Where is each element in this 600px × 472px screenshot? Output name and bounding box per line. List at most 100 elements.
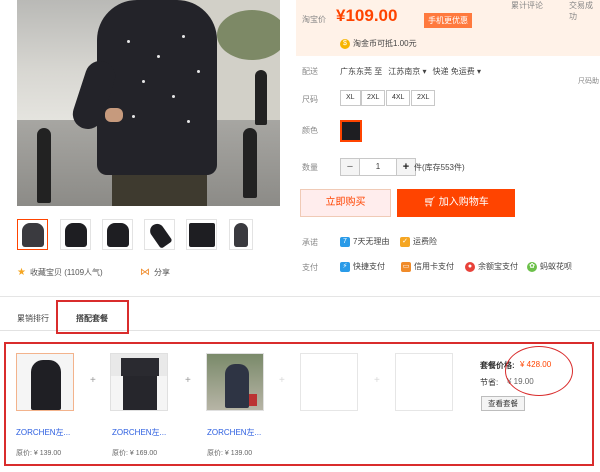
- pay-credit-card[interactable]: ▭ 信用卡支付: [401, 261, 454, 272]
- color-option-black[interactable]: [340, 120, 362, 142]
- buy-now-button[interactable]: 立即购买: [300, 189, 391, 217]
- package-empty-slot: [395, 353, 453, 411]
- add-to-cart-button[interactable]: 🛒︎ 加入购物车: [397, 189, 515, 217]
- tab-highlight-box: [56, 300, 129, 334]
- quantity-input[interactable]: 1: [359, 159, 397, 175]
- thumbnail-2[interactable]: [60, 219, 91, 250]
- quickpay-icon: ⚡: [340, 261, 350, 272]
- share-link[interactable]: ⋈ 分享: [140, 267, 170, 278]
- coin-icon: $: [340, 38, 350, 49]
- share-label: 分享: [154, 268, 170, 277]
- credit-card-icon: ▭: [401, 261, 411, 272]
- photo-tree: [217, 10, 280, 60]
- package-empty-slot: [300, 353, 358, 411]
- quantity-minus-button[interactable]: −: [341, 159, 359, 175]
- size-option-xl[interactable]: XL: [340, 90, 361, 106]
- promise-7day[interactable]: 7 7天无理由: [340, 236, 389, 247]
- pay-credit-label: 信用卡支付: [414, 262, 454, 271]
- sweater-dot: [132, 115, 135, 118]
- package-item-image-3[interactable]: [206, 353, 264, 411]
- huabei-icon: ✿: [527, 261, 537, 272]
- package-item-orig-price-3: 原价: ¥ 139.00: [207, 450, 253, 457]
- ship-to-select[interactable]: 江苏南京 ▾: [388, 66, 426, 77]
- photo-person: [97, 0, 217, 175]
- plus-separator: +: [90, 375, 96, 386]
- sweater-dot: [127, 40, 130, 43]
- favorite-link[interactable]: ★ 收藏宝贝 (1109人气): [17, 267, 103, 278]
- package-item-orig-price-1: 原价: ¥ 139.00: [16, 450, 62, 457]
- size-label: 尺码: [302, 95, 318, 104]
- thumbnail-image: [64, 222, 87, 247]
- plus-separator: +: [374, 375, 380, 386]
- ship-method-select[interactable]: 快递 免运费 ▾: [432, 66, 480, 77]
- pay-quick-label: 快捷支付: [353, 262, 385, 271]
- package-item-name-2[interactable]: ZORCHEN左...: [112, 427, 166, 438]
- size-option-2xl-b[interactable]: 2XL: [411, 90, 436, 106]
- promise-7day-label: 7天无理由: [353, 237, 390, 246]
- product-main-image[interactable]: [17, 0, 280, 206]
- yuebao-icon: ●: [465, 261, 475, 272]
- insurance-icon: ✓: [400, 236, 410, 247]
- price-highlight-circle: [505, 346, 573, 396]
- item-figure: [121, 358, 159, 376]
- item-figure: [225, 364, 249, 408]
- price-value: ¥109.00: [336, 6, 398, 25]
- thumbnail-3[interactable]: [102, 219, 133, 250]
- item-figure: [249, 394, 257, 406]
- quantity-label: 数量: [302, 163, 318, 172]
- package-item-name-1[interactable]: ZORCHEN左...: [16, 427, 70, 438]
- item-figure: [123, 376, 157, 410]
- package-item-name-3[interactable]: ZORCHEN左...: [207, 427, 261, 438]
- tab-sales-ranking[interactable]: 累销排行: [17, 313, 49, 324]
- pay-quick[interactable]: ⚡ 快捷支付: [340, 261, 385, 272]
- pay-yuebao[interactable]: ● 余额宝支付: [465, 261, 518, 272]
- return-icon: 7: [340, 236, 350, 247]
- size-option-4xl[interactable]: 4XL: [386, 90, 411, 106]
- thumbnail-image: [106, 222, 129, 247]
- pay-huabei[interactable]: ✿ 蚂蚁花呗: [527, 261, 572, 272]
- section-divider: [0, 296, 600, 297]
- mobile-promo-badge[interactable]: 手机更优惠: [424, 13, 472, 28]
- pay-huabei-label: 蚂蚁花呗: [540, 262, 572, 271]
- package-item-image-2[interactable]: [110, 353, 168, 411]
- thumbnail-5[interactable]: [186, 219, 217, 250]
- stock-text: 件(库存553件): [414, 163, 465, 172]
- sweater-dot: [182, 35, 185, 38]
- item-figure: [31, 360, 61, 410]
- photo-bollard: [37, 128, 51, 203]
- package-item-image-1[interactable]: [16, 353, 74, 411]
- plus-separator: +: [185, 375, 191, 386]
- sweater-dot: [157, 55, 160, 58]
- sweater-dot: [172, 95, 175, 98]
- thumbnail-1[interactable]: [17, 219, 48, 250]
- thumbnail-4[interactable]: [144, 219, 175, 250]
- ship-method-label: 快递 免运费: [432, 67, 475, 76]
- sweater-dot: [187, 120, 190, 123]
- thumbnail-image: [234, 222, 248, 247]
- quantity-stepper: − 1 +: [340, 158, 416, 176]
- ship-to-label: 江苏南京: [388, 67, 421, 76]
- quantity-plus-button[interactable]: +: [397, 159, 415, 175]
- coin-discount: $ 淘金币可抵1.00元: [340, 38, 417, 49]
- promise-shipping-insurance[interactable]: ✓ 运费险: [400, 236, 437, 247]
- package-item-orig-price-2: 原价: ¥ 169.00: [112, 450, 158, 457]
- share-icon: ⋈: [140, 267, 150, 278]
- size-option-2xl[interactable]: 2XL: [361, 90, 386, 106]
- price-label: 淘宝价: [302, 15, 326, 24]
- thumbnail-6[interactable]: [229, 219, 253, 250]
- promise-label: 承诺: [302, 238, 318, 247]
- star-icon: ★: [17, 267, 26, 278]
- sweater-dot: [142, 80, 145, 83]
- ship-from: 广东东莞 至: [340, 67, 383, 76]
- coin-text: 淘金币可抵1.00元: [353, 39, 417, 48]
- size-helper-link[interactable]: 尺码助: [578, 76, 599, 86]
- view-package-button[interactable]: 查看套餐: [481, 396, 525, 411]
- shipping-label: 配送: [302, 67, 318, 76]
- plus-separator: +: [279, 375, 285, 386]
- payment-label: 支付: [302, 263, 318, 272]
- shipping-info: 广东东莞 至 江苏南京 ▾ 快递 免运费 ▾: [340, 66, 481, 77]
- transactions-link[interactable]: 交易成功: [569, 0, 600, 22]
- pay-yuebao-label: 余额宝支付: [478, 262, 518, 271]
- review-count-link[interactable]: 累计评论: [511, 0, 543, 11]
- thumbnail-image: [21, 222, 44, 247]
